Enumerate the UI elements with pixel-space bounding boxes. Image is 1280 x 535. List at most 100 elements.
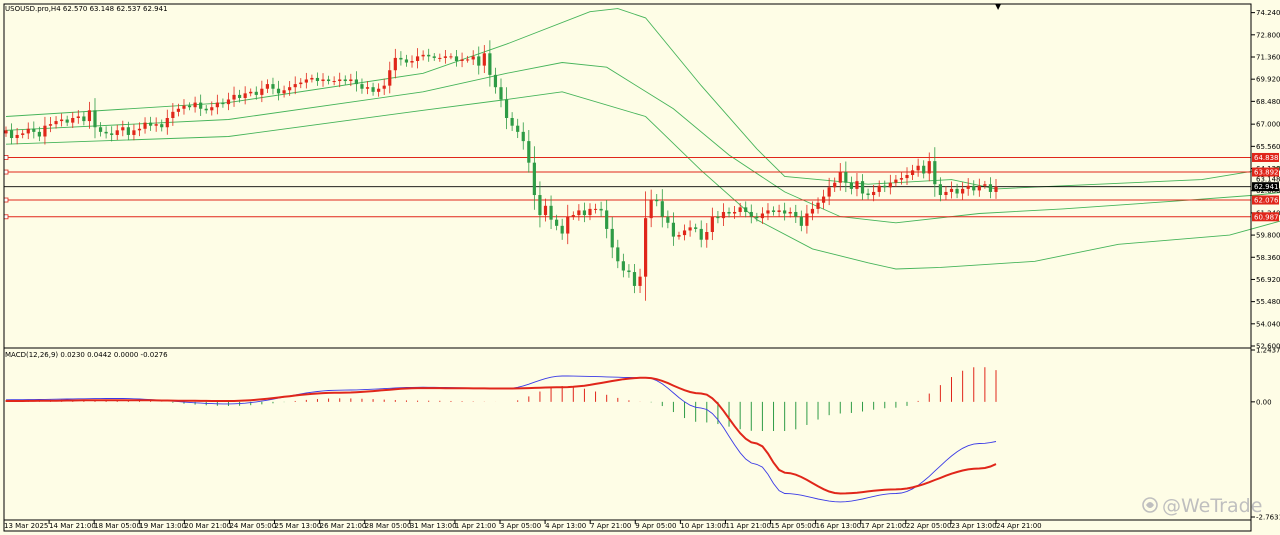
candle-body[interactable]	[727, 211, 731, 214]
candle-body[interactable]	[699, 228, 703, 240]
candle-body[interactable]	[477, 56, 481, 66]
candle-body[interactable]	[410, 61, 414, 63]
candle-body[interactable]	[187, 105, 192, 108]
candle-body[interactable]	[771, 210, 776, 212]
candle-body[interactable]	[972, 185, 976, 191]
candle-body[interactable]	[326, 79, 331, 82]
candle-body[interactable]	[816, 202, 820, 209]
candle-body[interactable]	[805, 213, 809, 226]
candle-body[interactable]	[799, 216, 803, 226]
candle-body[interactable]	[961, 188, 965, 194]
candle-body[interactable]	[143, 122, 147, 129]
macd-pane[interactable]	[5, 367, 997, 503]
candle-body[interactable]	[171, 111, 175, 118]
candle-body[interactable]	[599, 208, 603, 211]
candle-body[interactable]	[421, 54, 425, 57]
candle-body[interactable]	[849, 182, 853, 189]
candle-body[interactable]	[955, 188, 959, 194]
candle-body[interactable]	[688, 227, 692, 231]
candle-body[interactable]	[415, 56, 420, 61]
candle-body[interactable]	[427, 54, 431, 57]
candle-body[interactable]	[677, 235, 681, 237]
candle-body[interactable]	[838, 171, 842, 183]
candle-body[interactable]	[338, 79, 342, 82]
candle-body[interactable]	[738, 207, 742, 212]
candle-body[interactable]	[504, 99, 509, 118]
candle-body[interactable]	[716, 216, 720, 219]
candle-body[interactable]	[577, 210, 581, 216]
candle-body[interactable]	[910, 170, 915, 175]
candle-body[interactable]	[371, 87, 375, 92]
candle-body[interactable]	[304, 79, 308, 83]
level-handle[interactable]	[3, 169, 9, 175]
candle-body[interactable]	[543, 205, 548, 216]
candle-body[interactable]	[254, 91, 258, 95]
candle-body[interactable]	[499, 87, 503, 100]
candle-body[interactable]	[276, 88, 281, 94]
candle-body[interactable]	[632, 272, 637, 286]
candle-body[interactable]	[315, 77, 320, 82]
candle-body[interactable]	[872, 191, 876, 196]
candle-body[interactable]	[460, 59, 464, 61]
candle-body[interactable]	[310, 77, 314, 80]
candle-body[interactable]	[32, 128, 36, 132]
level-handle[interactable]	[3, 155, 9, 160]
candle-body[interactable]	[160, 124, 164, 128]
candle-body[interactable]	[627, 270, 631, 273]
candle-body[interactable]	[321, 79, 325, 82]
candle-body[interactable]	[760, 213, 765, 219]
candle-body[interactable]	[644, 218, 648, 277]
candle-body[interactable]	[449, 56, 453, 58]
candle-body[interactable]	[237, 94, 242, 98]
candle-body[interactable]	[605, 210, 609, 229]
candle-body[interactable]	[588, 208, 592, 216]
candle-body[interactable]	[343, 79, 347, 82]
candle-body[interactable]	[182, 105, 186, 109]
candle-body[interactable]	[354, 79, 358, 85]
candle-body[interactable]	[510, 118, 514, 126]
price-pane[interactable]	[3, 8, 1280, 301]
candle-body[interactable]	[165, 118, 169, 128]
candle-body[interactable]	[110, 133, 114, 135]
candle-body[interactable]	[299, 82, 303, 85]
candle-body[interactable]	[221, 102, 225, 105]
candle-body[interactable]	[260, 88, 264, 95]
candle-body[interactable]	[988, 184, 993, 192]
candle-body[interactable]	[243, 93, 247, 98]
candle-body[interactable]	[454, 56, 459, 61]
candle-body[interactable]	[365, 87, 370, 89]
candle-body[interactable]	[671, 222, 676, 237]
candle-body[interactable]	[26, 128, 30, 134]
candle-body[interactable]	[93, 110, 97, 128]
level-handle[interactable]	[3, 214, 9, 220]
candle-body[interactable]	[855, 181, 859, 189]
candle-body[interactable]	[65, 119, 69, 123]
candle-body[interactable]	[393, 57, 397, 71]
candle-body[interactable]	[43, 125, 47, 137]
candle-body[interactable]	[176, 108, 181, 112]
candle-body[interactable]	[293, 84, 297, 88]
candle-body[interactable]	[710, 216, 714, 232]
candle-body[interactable]	[521, 131, 525, 142]
candle-body[interactable]	[705, 232, 709, 240]
candle-body[interactable]	[560, 225, 564, 234]
candle-body[interactable]	[966, 185, 970, 189]
candle-body[interactable]	[566, 216, 570, 234]
candle-body[interactable]	[555, 219, 559, 226]
candle-body[interactable]	[844, 171, 848, 183]
candle-body[interactable]	[877, 185, 881, 192]
candle-body[interactable]	[288, 87, 292, 91]
candle-body[interactable]	[694, 227, 698, 229]
candle-body[interactable]	[516, 125, 520, 132]
candle-body[interactable]	[922, 165, 926, 174]
candle-body[interactable]	[210, 107, 214, 111]
candle-body[interactable]	[833, 182, 837, 188]
candle-body[interactable]	[777, 210, 781, 212]
candle-body[interactable]	[883, 185, 887, 188]
candle-body[interactable]	[744, 207, 748, 212]
candle-body[interactable]	[154, 124, 158, 126]
candle-body[interactable]	[944, 191, 948, 196]
candle-body[interactable]	[682, 230, 687, 236]
candle-body[interactable]	[666, 216, 670, 223]
candle-body[interactable]	[977, 185, 981, 191]
